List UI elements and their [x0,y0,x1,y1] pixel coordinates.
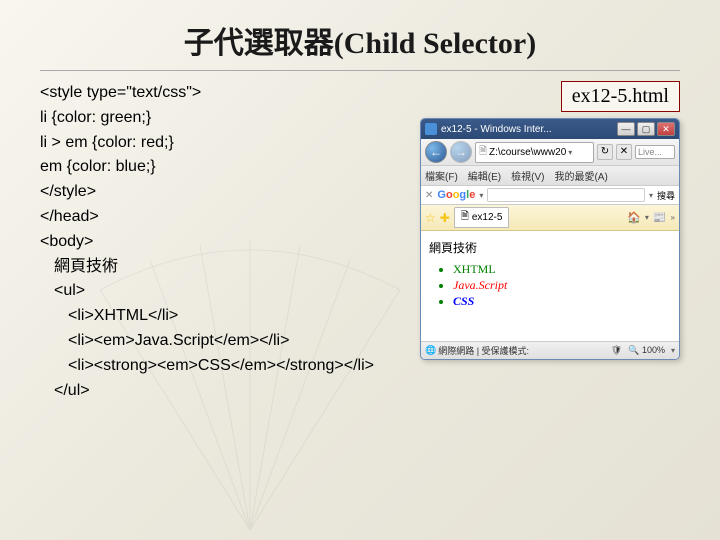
tab-label: ex12-5 [472,212,503,223]
zoom-level[interactable]: 🔍 100% [628,345,665,356]
chevron-down-icon[interactable]: ▾ [649,191,653,200]
address-bar[interactable]: 🗎 Z:\course\www20 ▾ [475,142,594,163]
home-icon[interactable]: 🏠 [627,211,641,224]
page-favicon-icon: 🗎 [461,209,469,226]
page-viewport: 網頁技術 XHTML Java.Script CSS [421,231,679,341]
protected-mode-icon[interactable]: 🛡 [611,345,622,356]
address-text: Z:\course\www20 [489,147,566,158]
stop-button[interactable]: ✕ [616,144,632,160]
back-button[interactable]: ← [425,141,447,163]
close-toolbar-icon[interactable]: ✕ [425,190,433,201]
title-divider [40,70,680,71]
menu-edit[interactable]: 編輯(E) [468,168,501,183]
favorites-bar: ☆ ✚ 🗎 ex12-5 🏠 ▾ 📰 » [421,205,679,231]
maximize-button[interactable]: ▢ [637,122,655,136]
code-line: em {color: blue;} [40,155,400,180]
menu-view[interactable]: 檢視(V) [511,168,544,183]
list-item: XHTML [453,262,671,277]
google-logo[interactable]: Google [437,189,475,201]
add-favorite-icon[interactable]: ✚ [440,211,450,225]
favorites-star-icon[interactable]: ☆ [425,211,436,225]
menubar: 檔案(F) 編輯(E) 檢視(V) 我的最愛(A) [421,166,679,186]
search-input[interactable]: Live... [635,145,675,159]
chevron-down-icon[interactable]: ▾ [479,191,483,200]
code-line: li {color: green;} [40,106,400,131]
minimize-button[interactable]: — [617,122,635,136]
zone-text: 網際網路 | 受保護模式: [438,344,529,357]
code-line: </head> [40,205,400,230]
chevron-down-icon[interactable]: ▾ [671,346,675,355]
close-button[interactable]: ✕ [657,122,675,136]
feed-icon[interactable]: 📰 [653,211,667,224]
list-item: CSS [453,294,671,309]
code-line: 網頁技術 [40,255,400,280]
refresh-button[interactable]: ↻ [597,144,613,160]
code-line: <li><strong><em>CSS</em></strong></li> [40,354,400,379]
nav-toolbar: ← → 🗎 Z:\course\www20 ▾ ↻ ✕ Live... [421,139,679,166]
code-line: <li>XHTML</li> [40,304,400,329]
tab-active[interactable]: 🗎 ex12-5 [454,207,510,228]
chevron-right-icon[interactable]: » [671,213,675,222]
search-button[interactable]: 搜尋 [657,189,675,202]
page-heading: 網頁技術 [429,239,671,256]
code-line: <body> [40,230,400,255]
ie-favicon-icon [425,123,437,135]
code-line: </ul> [40,379,400,404]
code-line: <li><em>Java.Script</em></li> [40,329,400,354]
google-toolbar: ✕ Google ▾ ▾ 搜尋 [421,186,679,205]
chevron-down-icon[interactable]: ▾ [568,148,572,157]
menu-file[interactable]: 檔案(F) [425,168,458,183]
code-line: li > em {color: red;} [40,131,400,156]
page-list: XHTML Java.Script CSS [429,262,671,309]
slide-title: 子代選取器(Child Selector) [0,0,720,70]
browser-window: ex12-5 - Windows Inter... — ▢ ✕ ← → 🗎 Z:… [420,118,680,360]
menu-favorites[interactable]: 我的最愛(A) [554,168,607,183]
forward-button[interactable]: → [450,141,472,163]
code-line: <style type="text/css"> [40,81,400,106]
drive-icon: 🗎 [479,144,487,161]
google-search-input[interactable] [487,188,645,202]
window-title: ex12-5 - Windows Inter... [441,124,617,135]
statusbar: 🌐 網際網路 | 受保護模式: 🛡 🔍 100% ▾ [421,341,679,359]
code-line: <ul> [40,279,400,304]
chevron-down-icon[interactable]: ▾ [645,213,649,222]
titlebar: ex12-5 - Windows Inter... — ▢ ✕ [421,119,679,139]
internet-zone-icon: 🌐 [425,345,436,356]
filename-label: ex12-5.html [561,81,680,112]
code-line: </style> [40,180,400,205]
list-item: Java.Script [453,278,671,293]
code-block: <style type="text/css"> li {color: green… [40,81,400,403]
